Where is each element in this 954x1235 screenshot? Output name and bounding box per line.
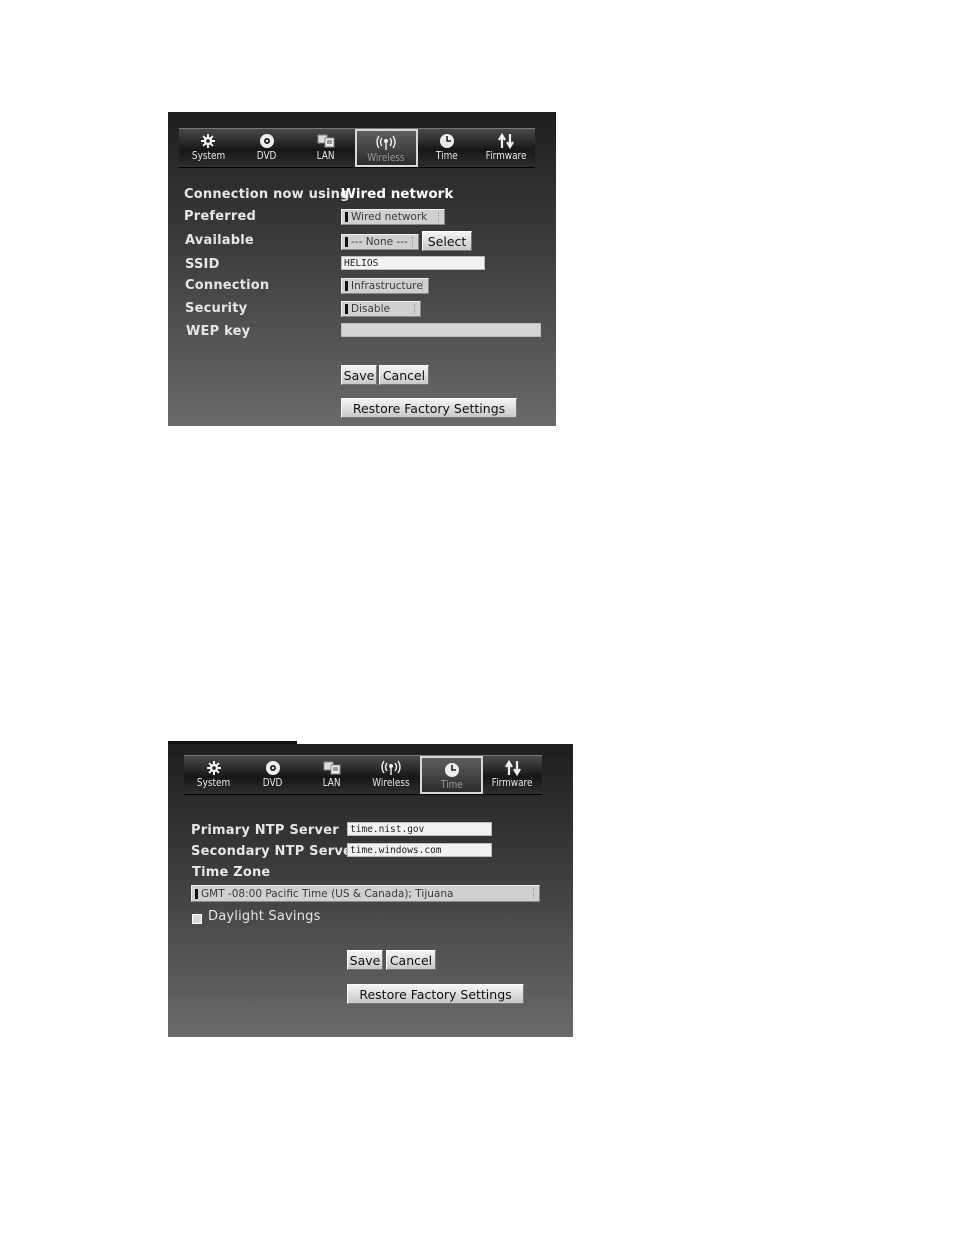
gear-icon (206, 759, 222, 776)
security-select[interactable]: Disable (341, 301, 421, 317)
select-marker (345, 281, 348, 291)
dropdown-arrow-icon (422, 281, 426, 291)
connection-now-value: Wired network (341, 186, 454, 202)
dropdown-arrow-icon (414, 304, 418, 314)
tab-lan[interactable]: LAN (302, 756, 361, 794)
time-zone-label: Time Zone (192, 865, 271, 880)
primary-ntp-input[interactable]: time.nist.gov (347, 822, 492, 836)
firmware-icon (497, 132, 515, 149)
wireless-icon (375, 134, 397, 151)
connection-type-select[interactable]: Infrastructure (341, 278, 429, 294)
time-settings-screen: System DVD LAN Wireless Time Firmware Pr… (168, 744, 573, 1037)
tab-label: DVD (257, 150, 277, 162)
restore-factory-settings-button[interactable]: Restore Factory Settings (341, 398, 517, 418)
disc-icon (265, 759, 281, 776)
lan-icon (317, 132, 335, 149)
tab-label: Firmware (485, 150, 527, 162)
select-button[interactable]: Select (422, 231, 472, 251)
save-button[interactable]: Save (341, 365, 377, 385)
dropdown-arrow-icon (533, 888, 537, 898)
wep-key-input[interactable] (341, 323, 541, 337)
connection-now-label: Connection now using (184, 187, 350, 202)
select-marker (345, 304, 348, 314)
restore-factory-settings-button[interactable]: Restore Factory Settings (347, 984, 524, 1004)
preferred-select-value: Wired network (351, 211, 428, 223)
tab-time[interactable]: Time (420, 756, 483, 794)
wireless-settings-screen: System DVD LAN Wireless Time Firmware Co… (168, 112, 556, 426)
settings-nav-bar: System DVD LAN Wireless Time Firmware (179, 128, 535, 168)
tab-label: Wireless (371, 777, 410, 789)
lan-icon (323, 759, 341, 776)
tab-dvd[interactable]: DVD (238, 129, 297, 167)
tab-label: DVD (262, 777, 283, 789)
tab-label: Time (440, 779, 463, 791)
select-marker (345, 212, 348, 222)
gear-icon (200, 132, 216, 149)
security-label: Security (185, 301, 248, 316)
time-zone-select[interactable]: GMT -08:00 Pacific Time (US & Canada); T… (191, 885, 540, 902)
connection-type-select-value: Infrastructure (351, 280, 423, 292)
tab-time[interactable]: Time (418, 129, 477, 167)
tab-lan[interactable]: LAN (296, 129, 355, 167)
available-select-value: --- None --- (351, 236, 408, 248)
secondary-ntp-label: Secondary NTP Server (191, 844, 359, 859)
cancel-button[interactable]: Cancel (379, 365, 429, 385)
preferred-label: Preferred (184, 209, 256, 224)
clock-icon (439, 132, 455, 149)
tab-label: Time (436, 150, 458, 162)
wireless-icon (380, 759, 402, 776)
cancel-button[interactable]: Cancel (386, 950, 436, 970)
tab-label: Wireless (367, 152, 406, 164)
daylight-savings-label: Daylight Savings (208, 909, 321, 924)
tab-label: Firmware (492, 777, 533, 789)
tab-label: System (196, 777, 231, 789)
tab-wireless[interactable]: Wireless (361, 756, 420, 794)
ssid-label: SSID (185, 257, 220, 272)
tab-label: System (191, 150, 225, 162)
daylight-savings-checkbox[interactable] (192, 914, 202, 924)
primary-ntp-label: Primary NTP Server (191, 823, 339, 838)
dropdown-arrow-icon (412, 237, 416, 247)
available-label: Available (185, 233, 254, 248)
security-select-value: Disable (351, 303, 390, 315)
preferred-select[interactable]: Wired network (341, 209, 445, 225)
tab-dvd[interactable]: DVD (243, 756, 302, 794)
select-marker (345, 237, 348, 247)
select-marker (195, 888, 198, 899)
tab-label: LAN (316, 150, 335, 162)
tab-system[interactable]: System (184, 756, 243, 794)
settings-nav-bar: System DVD LAN Wireless Time Firmware (184, 755, 542, 795)
dropdown-arrow-icon (438, 212, 442, 222)
tab-label: LAN (322, 777, 341, 789)
tab-system[interactable]: System (179, 129, 238, 167)
disc-icon (259, 132, 275, 149)
tab-firmware[interactable]: Firmware (483, 756, 542, 794)
secondary-ntp-input[interactable]: time.windows.com (347, 843, 492, 857)
ssid-input[interactable]: HELIOS (341, 256, 485, 270)
firmware-icon (504, 759, 522, 776)
save-button[interactable]: Save (347, 950, 383, 970)
time-zone-select-value: GMT -08:00 Pacific Time (US & Canada); T… (201, 887, 454, 900)
tab-wireless[interactable]: Wireless (355, 129, 418, 167)
available-select[interactable]: --- None --- (341, 234, 419, 250)
wep-key-label: WEP key (186, 324, 251, 339)
tab-firmware[interactable]: Firmware (476, 129, 535, 167)
connection-type-label: Connection (185, 278, 270, 293)
clock-icon (444, 761, 460, 778)
